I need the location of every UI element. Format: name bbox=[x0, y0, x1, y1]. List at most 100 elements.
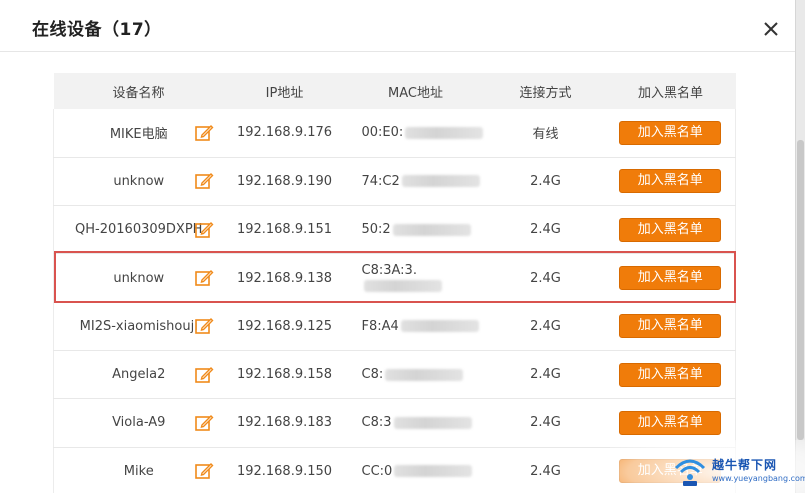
mac-address-cell: F8:A4 bbox=[345, 302, 486, 351]
add-to-blacklist-button[interactable]: 加入黑名单 bbox=[619, 217, 722, 242]
connection-type: 2.4G bbox=[485, 302, 606, 351]
device-name-cell: QH-20160309DXPH bbox=[53, 205, 224, 255]
header-mac-address: MAC地址 bbox=[345, 73, 486, 109]
mac-redaction bbox=[393, 416, 472, 429]
mac-address: C8: bbox=[361, 367, 384, 383]
header-connection-type: 连接方式 bbox=[485, 73, 606, 109]
edit-icon[interactable] bbox=[194, 123, 214, 143]
table-row: unknow 192.168.9.190 74:C2 2.4G 加入黑名单 bbox=[53, 157, 736, 207]
mac-address: 50:2 bbox=[361, 222, 391, 238]
device-name-cell: Mike bbox=[53, 447, 224, 493]
device-name-cell: unknow bbox=[53, 253, 224, 303]
device-name-cell: unknow bbox=[53, 157, 224, 207]
ip-address: 192.168.9.151 bbox=[223, 205, 346, 255]
table-row: QH-20160309DXPH 192.168.9.151 50:2 2.4G … bbox=[53, 205, 736, 255]
device-name: MIKE电脑 bbox=[109, 127, 168, 143]
mac-redaction bbox=[394, 465, 473, 478]
mac-address: C8:3 bbox=[361, 415, 392, 431]
blacklist-cell: 加入黑名单 bbox=[605, 109, 736, 158]
connection-type: 2.4G bbox=[485, 157, 606, 207]
mac-address-cell: 50:2 bbox=[345, 205, 486, 255]
mac-address: 00:E0: bbox=[361, 125, 404, 141]
device-name-cell: Angela2 bbox=[53, 350, 224, 400]
device-name: Viola-A9 bbox=[112, 415, 166, 431]
mac-redaction bbox=[385, 368, 464, 381]
edit-icon[interactable] bbox=[194, 316, 214, 336]
header-device-name: 设备名称 bbox=[53, 73, 224, 109]
header-blacklist: 加入黑名单 bbox=[605, 73, 736, 109]
add-to-blacklist-button[interactable]: 加入黑名单 bbox=[619, 266, 722, 291]
mac-address-cell: 00:E0: bbox=[345, 109, 486, 158]
device-name-cell: Viola-A9 bbox=[53, 398, 224, 448]
blacklist-cell: 加入黑名单 bbox=[605, 253, 736, 303]
ip-address: 192.168.9.190 bbox=[223, 157, 346, 207]
mac-redaction bbox=[401, 175, 480, 188]
blacklist-cell: 加入黑名单 bbox=[605, 350, 736, 400]
close-icon[interactable] bbox=[760, 18, 782, 40]
edit-icon[interactable] bbox=[194, 171, 214, 191]
connection-type: 2.4G bbox=[485, 447, 606, 493]
device-name: QH-20160309DXPH bbox=[75, 222, 203, 238]
mac-address-cell: CC:0 bbox=[345, 447, 486, 493]
device-name: MI2S-xiaomishouji bbox=[79, 318, 198, 334]
mac-redaction bbox=[363, 279, 442, 292]
device-name-cell: MIKE电脑 bbox=[53, 109, 224, 158]
ip-address: 192.168.9.150 bbox=[223, 447, 346, 493]
table-row: MIKE电脑 192.168.9.176 00:E0: 有线 加入黑名单 bbox=[53, 109, 736, 158]
mac-address-cell: C8:3A:3. bbox=[345, 253, 486, 303]
ip-address: 192.168.9.158 bbox=[223, 350, 346, 400]
add-to-blacklist-button[interactable]: 加入黑名单 bbox=[619, 362, 722, 387]
edit-icon[interactable] bbox=[194, 365, 214, 385]
connection-type: 2.4G bbox=[485, 205, 606, 255]
table-row: MI2S-xiaomishouji 192.168.9.125 F8:A4 2.… bbox=[53, 302, 736, 351]
ip-address: 192.168.9.176 bbox=[223, 109, 346, 158]
devices-table-container: 设备名称 IP地址 MAC地址 连接方式 加入黑名单 MIKE电脑 192.16… bbox=[53, 73, 736, 493]
add-to-blacklist-button[interactable]: 加入黑名单 bbox=[619, 120, 722, 145]
background-scrollbar-track[interactable] bbox=[795, 0, 805, 493]
mac-address: F8:A4 bbox=[361, 318, 399, 334]
edit-icon[interactable] bbox=[194, 413, 214, 433]
devices-table-body: MIKE电脑 192.168.9.176 00:E0: 有线 加入黑名单 unk… bbox=[53, 109, 736, 493]
close-button[interactable] bbox=[760, 18, 782, 40]
mac-redaction bbox=[392, 223, 471, 236]
mac-address-cell: C8: bbox=[345, 350, 486, 400]
background-scrollbar-thumb[interactable] bbox=[797, 140, 804, 440]
connection-type: 2.4G bbox=[485, 350, 606, 400]
device-name-cell: MI2S-xiaomishouji bbox=[53, 302, 224, 351]
mac-address: C8:3A:3. bbox=[361, 263, 417, 279]
dialog-header: 在线设备（17） bbox=[0, 0, 795, 52]
mac-address-cell: 74:C2 bbox=[345, 157, 486, 207]
blacklist-cell: 加入黑名单 bbox=[605, 302, 736, 351]
mac-address-cell: C8:3 bbox=[345, 398, 486, 448]
mac-address: 74:C2 bbox=[361, 173, 400, 189]
watermark: 越牛帮下网 www.yueyangbang.com bbox=[610, 440, 805, 493]
add-to-blacklist-button[interactable]: 加入黑名单 bbox=[619, 314, 722, 339]
mac-redaction bbox=[405, 126, 484, 139]
blacklist-cell: 加入黑名单 bbox=[605, 205, 736, 255]
edit-icon[interactable] bbox=[194, 220, 214, 240]
table-row: Angela2 192.168.9.158 C8: 2.4G 加入黑名单 bbox=[53, 350, 736, 400]
edit-icon[interactable] bbox=[194, 461, 214, 481]
device-name: Mike bbox=[123, 463, 154, 479]
connection-type: 2.4G bbox=[485, 253, 606, 303]
add-to-blacklist-button[interactable]: 加入黑名单 bbox=[619, 410, 722, 435]
ip-address: 192.168.9.138 bbox=[223, 253, 346, 303]
blacklist-cell: 加入黑名单 bbox=[605, 157, 736, 207]
devices-table: 设备名称 IP地址 MAC地址 连接方式 加入黑名单 MIKE电脑 192.16… bbox=[53, 73, 736, 493]
connection-type: 2.4G bbox=[485, 398, 606, 448]
watermark-url: www.yueyangbang.com bbox=[712, 474, 805, 483]
edit-icon[interactable] bbox=[194, 268, 214, 288]
online-devices-dialog: 在线设备（17） 设备名称 IP地址 MAC地址 连接方式 加入黑名单 MIKE… bbox=[0, 0, 805, 493]
device-name: unknow bbox=[113, 173, 165, 189]
add-to-blacklist-button[interactable]: 加入黑名单 bbox=[619, 169, 722, 194]
device-name: unknow bbox=[113, 270, 165, 286]
ip-address: 192.168.9.125 bbox=[223, 302, 346, 351]
mac-redaction bbox=[400, 320, 479, 333]
table-row: unknow 192.168.9.138 C8:3A:3. 2.4G 加入黑名单 bbox=[53, 253, 736, 303]
table-header-row: 设备名称 IP地址 MAC地址 连接方式 加入黑名单 bbox=[53, 73, 736, 109]
watermark-logo-icon bbox=[674, 459, 706, 486]
device-name: Angela2 bbox=[112, 367, 166, 383]
watermark-brand: 越牛帮下网 bbox=[712, 458, 778, 472]
header-ip-address: IP地址 bbox=[223, 73, 346, 109]
mac-address: CC:0 bbox=[361, 463, 393, 479]
